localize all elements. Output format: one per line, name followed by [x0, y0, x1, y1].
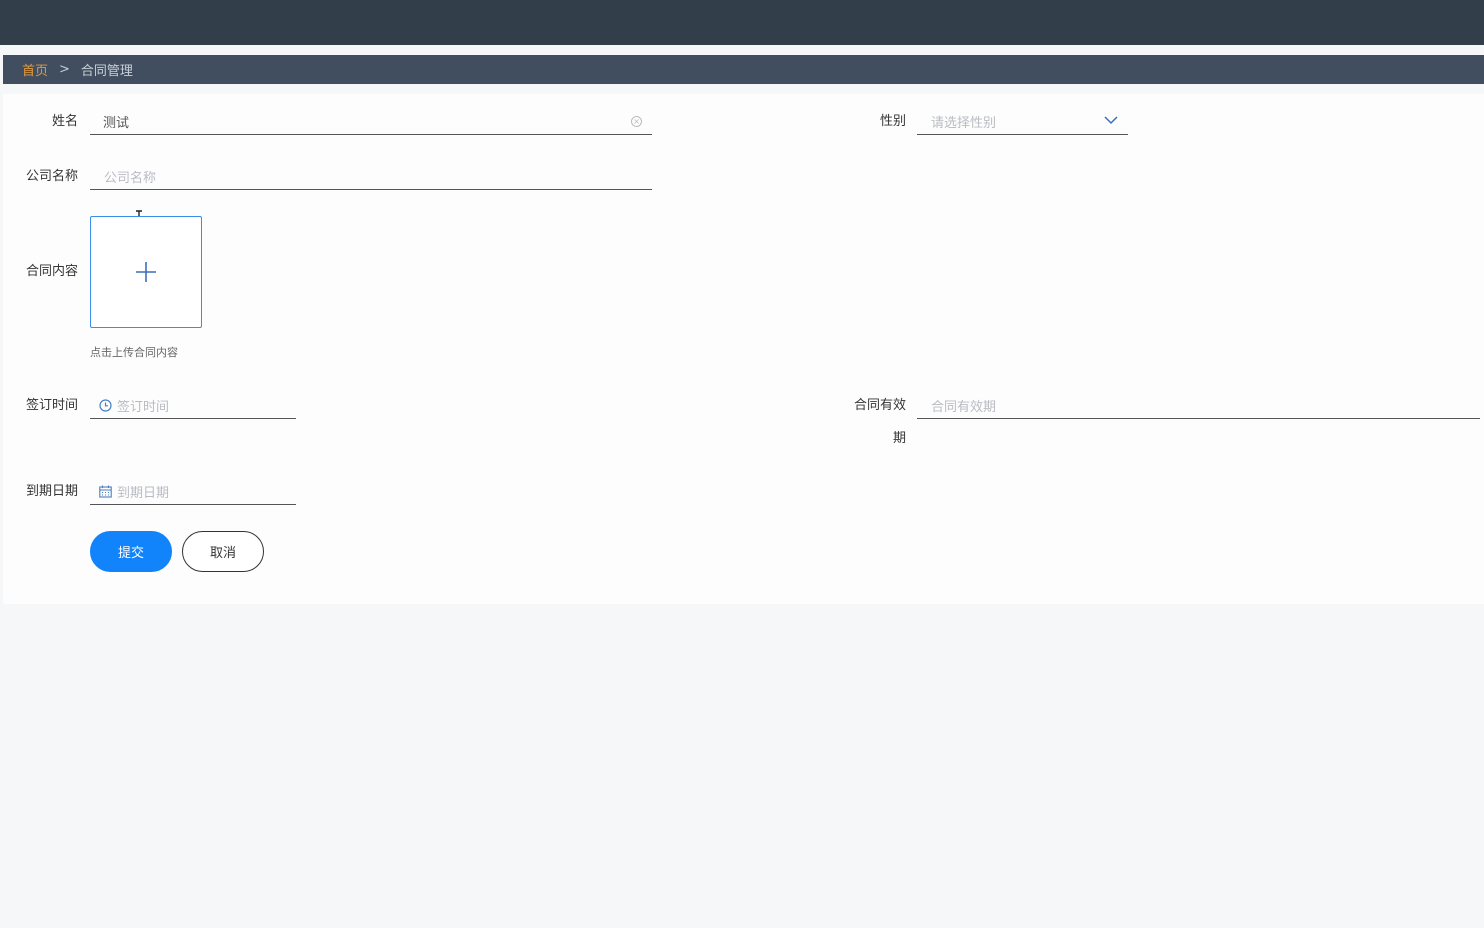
validity-input-placeholder: 合同有效期: [931, 400, 997, 415]
upload-tip: 点击上传合同内容: [90, 346, 178, 359]
validity-label: 合同有效 期: [849, 397, 906, 448]
breadcrumb: 首页 > 合同管理: [3, 55, 1484, 84]
top-navbar: [0, 0, 1484, 45]
clock-icon: [99, 399, 112, 412]
validity-label-line2: 期: [892, 431, 906, 446]
sign-time-label: 签订时间: [26, 398, 79, 413]
plus-icon: [136, 262, 156, 282]
gender-select-placeholder: 请选择性别: [931, 116, 997, 131]
sign-time-placeholder: 签订时间: [117, 400, 170, 415]
contract-upload-button[interactable]: [90, 216, 202, 328]
contract-content-label: 合同内容: [26, 264, 79, 279]
name-input[interactable]: 测试 ×: [90, 109, 652, 135]
validity-input[interactable]: 合同有效期: [917, 393, 1480, 419]
name-label: 姓名: [51, 114, 78, 129]
sign-time-picker[interactable]: 签订时间: [90, 393, 296, 419]
clear-icon[interactable]: ×: [631, 116, 642, 127]
expire-date-label: 到期日期: [26, 484, 79, 499]
breadcrumb-separator: >: [59, 62, 70, 77]
expire-date-picker[interactable]: 到期日期: [90, 479, 296, 505]
gender-select[interactable]: 请选择性别: [917, 109, 1128, 135]
contract-form: 姓名 测试 × 性别 请选择性别 公司名称 公司名称 合同内容 点击上传合同内容…: [3, 94, 1484, 604]
chevron-down-icon: [1104, 116, 1118, 125]
expire-date-placeholder: 到期日期: [117, 486, 170, 501]
breadcrumb-current: 合同管理: [80, 64, 133, 79]
cancel-button[interactable]: 取消: [182, 531, 264, 572]
validity-label-line1: 合同有效: [853, 398, 906, 413]
calendar-icon: [99, 485, 112, 498]
company-label: 公司名称: [26, 169, 79, 184]
gender-label: 性别: [879, 114, 906, 129]
company-input[interactable]: 公司名称: [90, 164, 652, 190]
submit-button[interactable]: 提交: [90, 531, 172, 572]
company-input-placeholder: 公司名称: [104, 171, 157, 186]
breadcrumb-home-link[interactable]: 首页: [22, 60, 48, 79]
name-input-value: 测试: [103, 116, 130, 131]
